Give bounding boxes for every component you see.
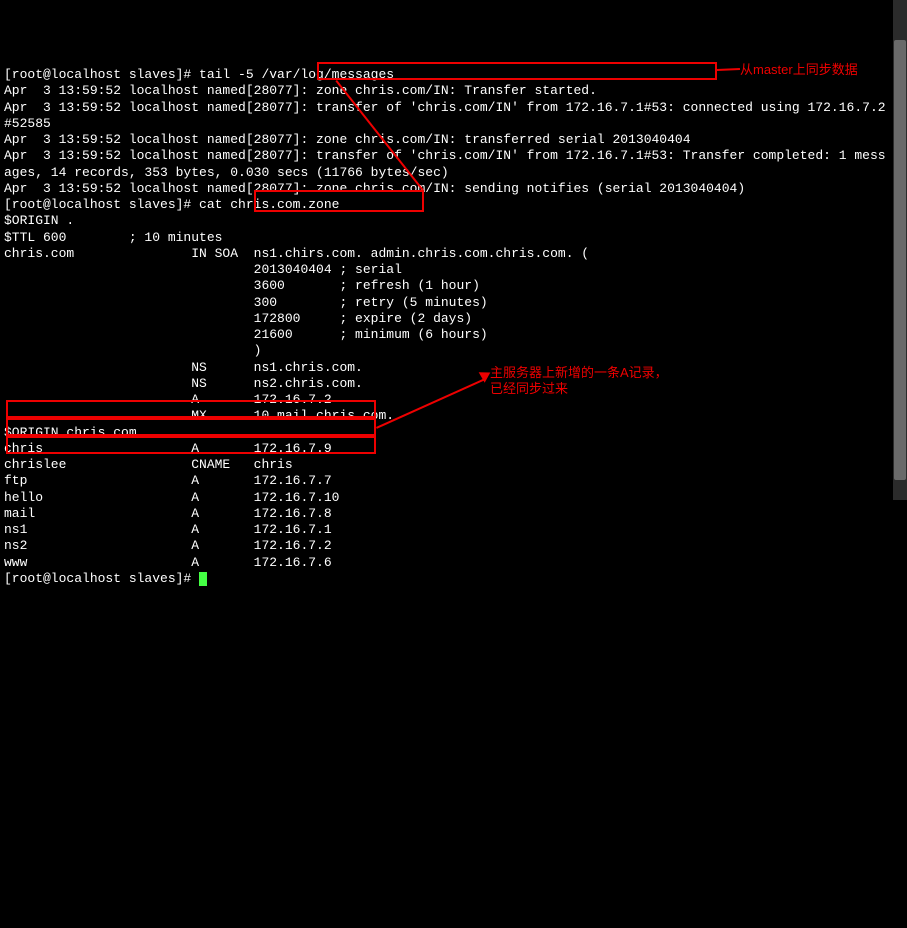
terminal-line: NS ns2.chris.com. bbox=[4, 376, 903, 392]
terminal-line: Apr 3 13:59:52 localhost named[28077]: t… bbox=[4, 100, 903, 116]
scrollbar-track[interactable] bbox=[893, 0, 907, 500]
terminal-line: NS ns1.chris.com. bbox=[4, 360, 903, 376]
terminal-line: [root@localhost slaves]# bbox=[4, 571, 903, 587]
terminal-line: hello A 172.16.7.10 bbox=[4, 490, 903, 506]
terminal-line: 21600 ; minimum (6 hours) bbox=[4, 327, 903, 343]
terminal-line: $ORIGIN chris.com. bbox=[4, 425, 903, 441]
terminal-line: ftp A 172.16.7.7 bbox=[4, 473, 903, 489]
terminal-line: [root@localhost slaves]# tail -5 /var/lo… bbox=[4, 67, 903, 83]
terminal-line: www A 172.16.7.6 bbox=[4, 555, 903, 571]
terminal-line: ages, 14 records, 353 bytes, 0.030 secs … bbox=[4, 165, 903, 181]
terminal-line: ns2 A 172.16.7.2 bbox=[4, 538, 903, 554]
terminal-line: ) bbox=[4, 343, 903, 359]
terminal-line: $TTL 600 ; 10 minutes bbox=[4, 230, 903, 246]
terminal-line: $ORIGIN . bbox=[4, 213, 903, 229]
terminal-line: 3600 ; refresh (1 hour) bbox=[4, 278, 903, 294]
terminal-line: chris A 172.16.7.9 bbox=[4, 441, 903, 457]
scrollbar-thumb[interactable] bbox=[894, 40, 906, 480]
terminal-line: Apr 3 13:59:52 localhost named[28077]: z… bbox=[4, 132, 903, 148]
terminal-line: 172800 ; expire (2 days) bbox=[4, 311, 903, 327]
terminal-line: #52585 bbox=[4, 116, 903, 132]
terminal-line: [root@localhost slaves]# cat chris.com.z… bbox=[4, 197, 903, 213]
terminal-line: Apr 3 13:59:52 localhost named[28077]: z… bbox=[4, 83, 903, 99]
terminal-line: mail A 172.16.7.8 bbox=[4, 506, 903, 522]
terminal-line: 300 ; retry (5 minutes) bbox=[4, 295, 903, 311]
cursor bbox=[199, 572, 207, 586]
terminal-line: A 172.16.7.2 bbox=[4, 392, 903, 408]
terminal-output: [root@localhost slaves]# tail -5 /var/lo… bbox=[4, 67, 903, 587]
terminal-line: Apr 3 13:59:52 localhost named[28077]: z… bbox=[4, 181, 903, 197]
terminal-line: chrislee CNAME chris bbox=[4, 457, 903, 473]
terminal-line: MX 10 mail.chris.com. bbox=[4, 408, 903, 424]
terminal-line: 2013040404 ; serial bbox=[4, 262, 903, 278]
terminal-line: chris.com IN SOA ns1.chirs.com. admin.ch… bbox=[4, 246, 903, 262]
terminal-line: ns1 A 172.16.7.1 bbox=[4, 522, 903, 538]
terminal-line: Apr 3 13:59:52 localhost named[28077]: t… bbox=[4, 148, 903, 164]
